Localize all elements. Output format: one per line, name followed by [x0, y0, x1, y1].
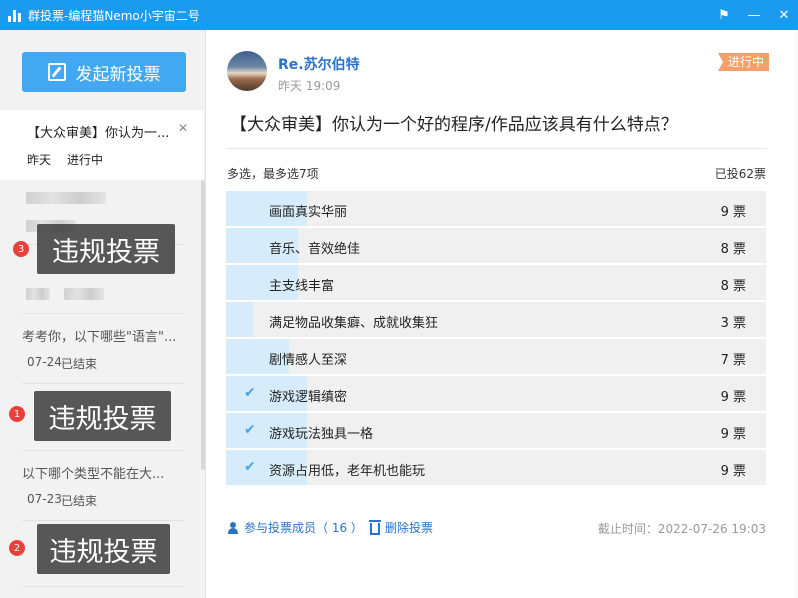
delete-vote-label: 删除投票: [385, 521, 434, 535]
vote-option[interactable]: ✔ 游戏玩法独具一格 9 票: [226, 413, 766, 448]
vote-item-status: 进行中: [67, 153, 104, 167]
vote-members-label: 参与投票成员（ 16 ）: [244, 521, 363, 535]
vote-option-label: 画面真实华丽: [269, 205, 348, 220]
check-icon: ✔: [244, 422, 256, 438]
vote-list-item[interactable]: 考考你，以下哪些"语言"... 07-24 已结束: [0, 313, 204, 383]
vote-total: 已投62票: [714, 167, 766, 181]
violation-count-badge: 1: [9, 406, 25, 422]
check-icon: ✔: [244, 459, 256, 475]
vote-list-item[interactable]: 以下哪个类型不能在大... 07-23 已结束: [0, 450, 204, 520]
vote-option-count: 9 票: [720, 427, 746, 442]
vote-option-label: 主支线丰富: [269, 279, 335, 294]
close-icon[interactable]: ✕: [178, 121, 188, 135]
blurred-text: [26, 192, 106, 204]
vote-option[interactable]: 画面真实华丽 9 票: [226, 191, 766, 226]
author-avatar[interactable]: [227, 51, 267, 91]
vote-option-label: 音乐、音效绝佳: [269, 242, 361, 257]
vote-option-count: 3 票: [720, 316, 746, 331]
vote-option[interactable]: 主支线丰富 8 票: [226, 265, 766, 300]
vote-deadline: 截止时间：2022-07-26 19:03: [597, 522, 766, 536]
vote-option-count: 9 票: [720, 464, 746, 479]
vote-option-count: 7 票: [720, 353, 746, 368]
violation-count-badge: 2: [9, 540, 25, 556]
title-bar: 群投票-编程猫Nemo小宇宙二号 ⚑ — ✕: [0, 0, 798, 30]
author-name[interactable]: Re.苏尔伯特: [278, 54, 360, 74]
vote-options: 画面真实华丽 9 票音乐、音效绝佳 8 票主支线丰富 8 票满足物品收集癖、成就收集狂…: [226, 191, 766, 487]
vote-option-label: 满足物品收集癖、成就收集狂: [269, 316, 439, 331]
sidebar-scrollbar[interactable]: [201, 180, 205, 470]
post-time: 昨天 19:09: [278, 79, 341, 93]
new-vote-label: 发起新投票: [75, 64, 161, 85]
vote-option[interactable]: ✔ 资源占用低，老年机也能玩 9 票: [226, 450, 766, 485]
check-icon: ✔: [244, 385, 256, 401]
violation-overlay: 违规投票: [37, 524, 170, 574]
vote-item-date: 07-24: [27, 355, 62, 369]
vote-list-item-active[interactable]: 【大众审美】你认为一... ✕ 昨天 进行中: [0, 110, 204, 180]
vote-option-count: 9 票: [720, 205, 746, 220]
status-badge: 进行中: [718, 53, 770, 71]
vote-option-bar: [226, 302, 253, 337]
close-button[interactable]: ✕: [776, 7, 792, 23]
edit-icon: [47, 63, 66, 81]
divider: [227, 148, 767, 149]
vote-item-date: 07-23: [27, 492, 62, 506]
vote-mode: 多选，最多选7项: [227, 167, 319, 181]
vote-option-count: 8 票: [720, 279, 746, 294]
vote-option-label: 游戏逻辑缜密: [269, 390, 348, 405]
vote-question: 【大众审美】你认为一个好的程序/作品应该具有什么特点？: [230, 115, 678, 135]
vote-option[interactable]: ✔ 游戏逻辑缜密 9 票: [226, 376, 766, 411]
vote-item-status: 已结束: [61, 357, 98, 371]
vote-item-title: 考考你，以下哪些"语言"...: [22, 330, 177, 345]
vote-option-label: 游戏玩法独具一格: [269, 427, 374, 442]
violation-overlay: 违规投票: [34, 391, 171, 441]
content-scrollbar[interactable]: [794, 30, 798, 598]
blurred-text: [64, 288, 104, 300]
minimize-button[interactable]: —: [746, 7, 762, 23]
vote-item-title: 【大众审美】你认为一...: [27, 126, 170, 141]
vote-option[interactable]: 满足物品收集癖、成就收集狂 3 票: [226, 302, 766, 337]
app-bar-chart-icon: [8, 8, 22, 22]
vote-list-sidebar: 发起新投票 【大众审美】你认为一... ✕ 昨天 进行中 3 违规投票 考考你，…: [0, 30, 206, 598]
blurred-text: [26, 288, 50, 300]
delete-vote-link[interactable]: 删除投票: [369, 519, 434, 536]
window-title: 群投票-编程猫Nemo小宇宙二号: [28, 8, 200, 23]
vote-item-title: 以下哪个类型不能在大...: [22, 467, 165, 482]
person-icon: [227, 521, 239, 534]
new-vote-button[interactable]: 发起新投票: [22, 52, 186, 92]
vote-option-count: 9 票: [720, 390, 746, 405]
vote-option-label: 剧情感人至深: [269, 353, 348, 368]
vote-item-date: 昨天: [27, 153, 52, 167]
violation-overlay: 违规投票: [37, 224, 175, 274]
vote-option[interactable]: 剧情感人至深 7 票: [226, 339, 766, 374]
vote-option-count: 8 票: [720, 242, 746, 257]
vote-option[interactable]: 音乐、音效绝佳 8 票: [226, 228, 766, 263]
vote-item-status: 已结束: [61, 494, 98, 508]
flag-icon[interactable]: ⚑: [716, 7, 732, 23]
vote-members-link[interactable]: 参与投票成员（ 16 ）: [227, 519, 363, 536]
violation-count-badge: 3: [13, 241, 29, 257]
trash-icon: [369, 519, 381, 535]
vote-option-label: 资源占用低，老年机也能玩: [269, 464, 426, 479]
